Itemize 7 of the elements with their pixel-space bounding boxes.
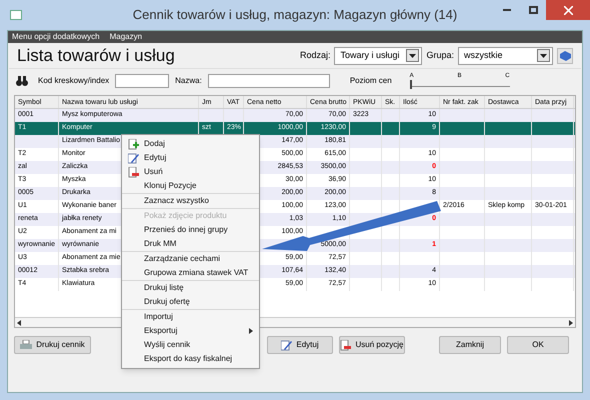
page-heading: Lista towarów i usług — [17, 44, 175, 67]
field-label: Grupa: — [426, 48, 454, 62]
field-label: Kod kreskowy/index — [38, 75, 110, 87]
field-label: Rodzaj: — [300, 48, 330, 62]
field-label: Nazwa: — [175, 75, 202, 87]
field-label: Poziom cen — [350, 75, 392, 87]
window-title: Cennik towarów i usług, magazyn: Magazyn główny (14) — [132, 6, 458, 24]
